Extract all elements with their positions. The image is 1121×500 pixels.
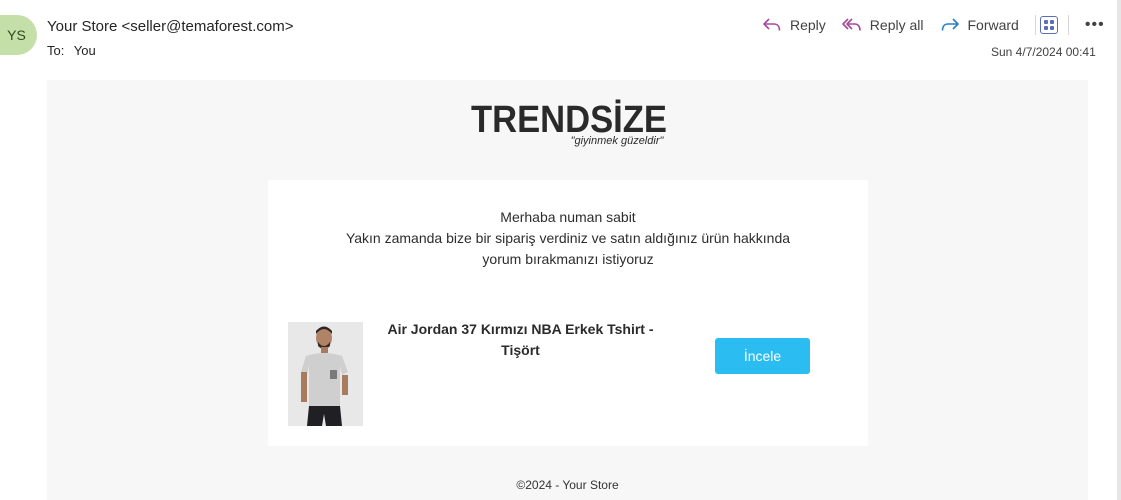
forward-icon [941,18,959,31]
product-title-line-2: Tişört [501,342,540,358]
message-line-1: Yakın zamanda bize bir sipariş verdiniz … [345,230,791,246]
to-label: To: [47,43,65,58]
forward-button[interactable]: Forward [940,17,1019,33]
product-photo [288,322,363,426]
scrollbar[interactable] [1117,0,1121,500]
product-title[interactable]: Air Jordan 37 Kırmızı NBA Erkek Tshirt -… [378,319,663,361]
product-title-line-1: Air Jordan 37 Kırmızı NBA Erkek Tshirt - [387,321,654,337]
reply-all-icon [841,18,861,31]
sender-name[interactable]: Your Store <seller@temaforest.com> [47,18,293,35]
message-line-2: yorum bırakmanızı istiyoruz [482,251,654,267]
recipient-name[interactable]: You [74,43,96,58]
apps-grid-icon[interactable] [1039,16,1058,34]
greeting-block: Merhaba numan sabit Yakın zamanda bize b… [268,207,868,270]
review-card: Merhaba numan sabit Yakın zamanda bize b… [268,180,868,446]
recipient-line: To: You [47,43,96,58]
brand-slogan: "giyinmek güzeldir" [571,135,665,147]
toolbar-divider [1034,15,1036,35]
toolbar-divider-2 [1067,15,1069,35]
reply-all-button[interactable]: Reply all [841,17,924,33]
email-footer: ©2024 - Your Store [516,478,619,492]
review-button[interactable]: İncele [715,338,810,374]
reply-icon [763,18,781,31]
greeting-text: Merhaba numan sabit [500,209,636,225]
forward-label: Forward [967,17,1019,33]
reply-label: Reply [790,17,826,33]
product-image[interactable] [288,322,363,426]
sender-avatar[interactable]: YS [0,15,37,55]
email-body: TRENDSİZE "giyinmek güzeldir" Merhaba nu… [47,80,1088,500]
reply-all-label: Reply all [869,17,924,33]
more-icon[interactable]: ••• [1085,17,1105,33]
reply-button[interactable]: Reply [762,17,826,33]
brand-logo: TRENDSİZE "giyinmek güzeldir" [471,99,667,147]
sent-timestamp: Sun 4/7/2024 00:41 [991,45,1096,59]
message-actions: Reply Reply all Forward ••• [762,14,1105,36]
